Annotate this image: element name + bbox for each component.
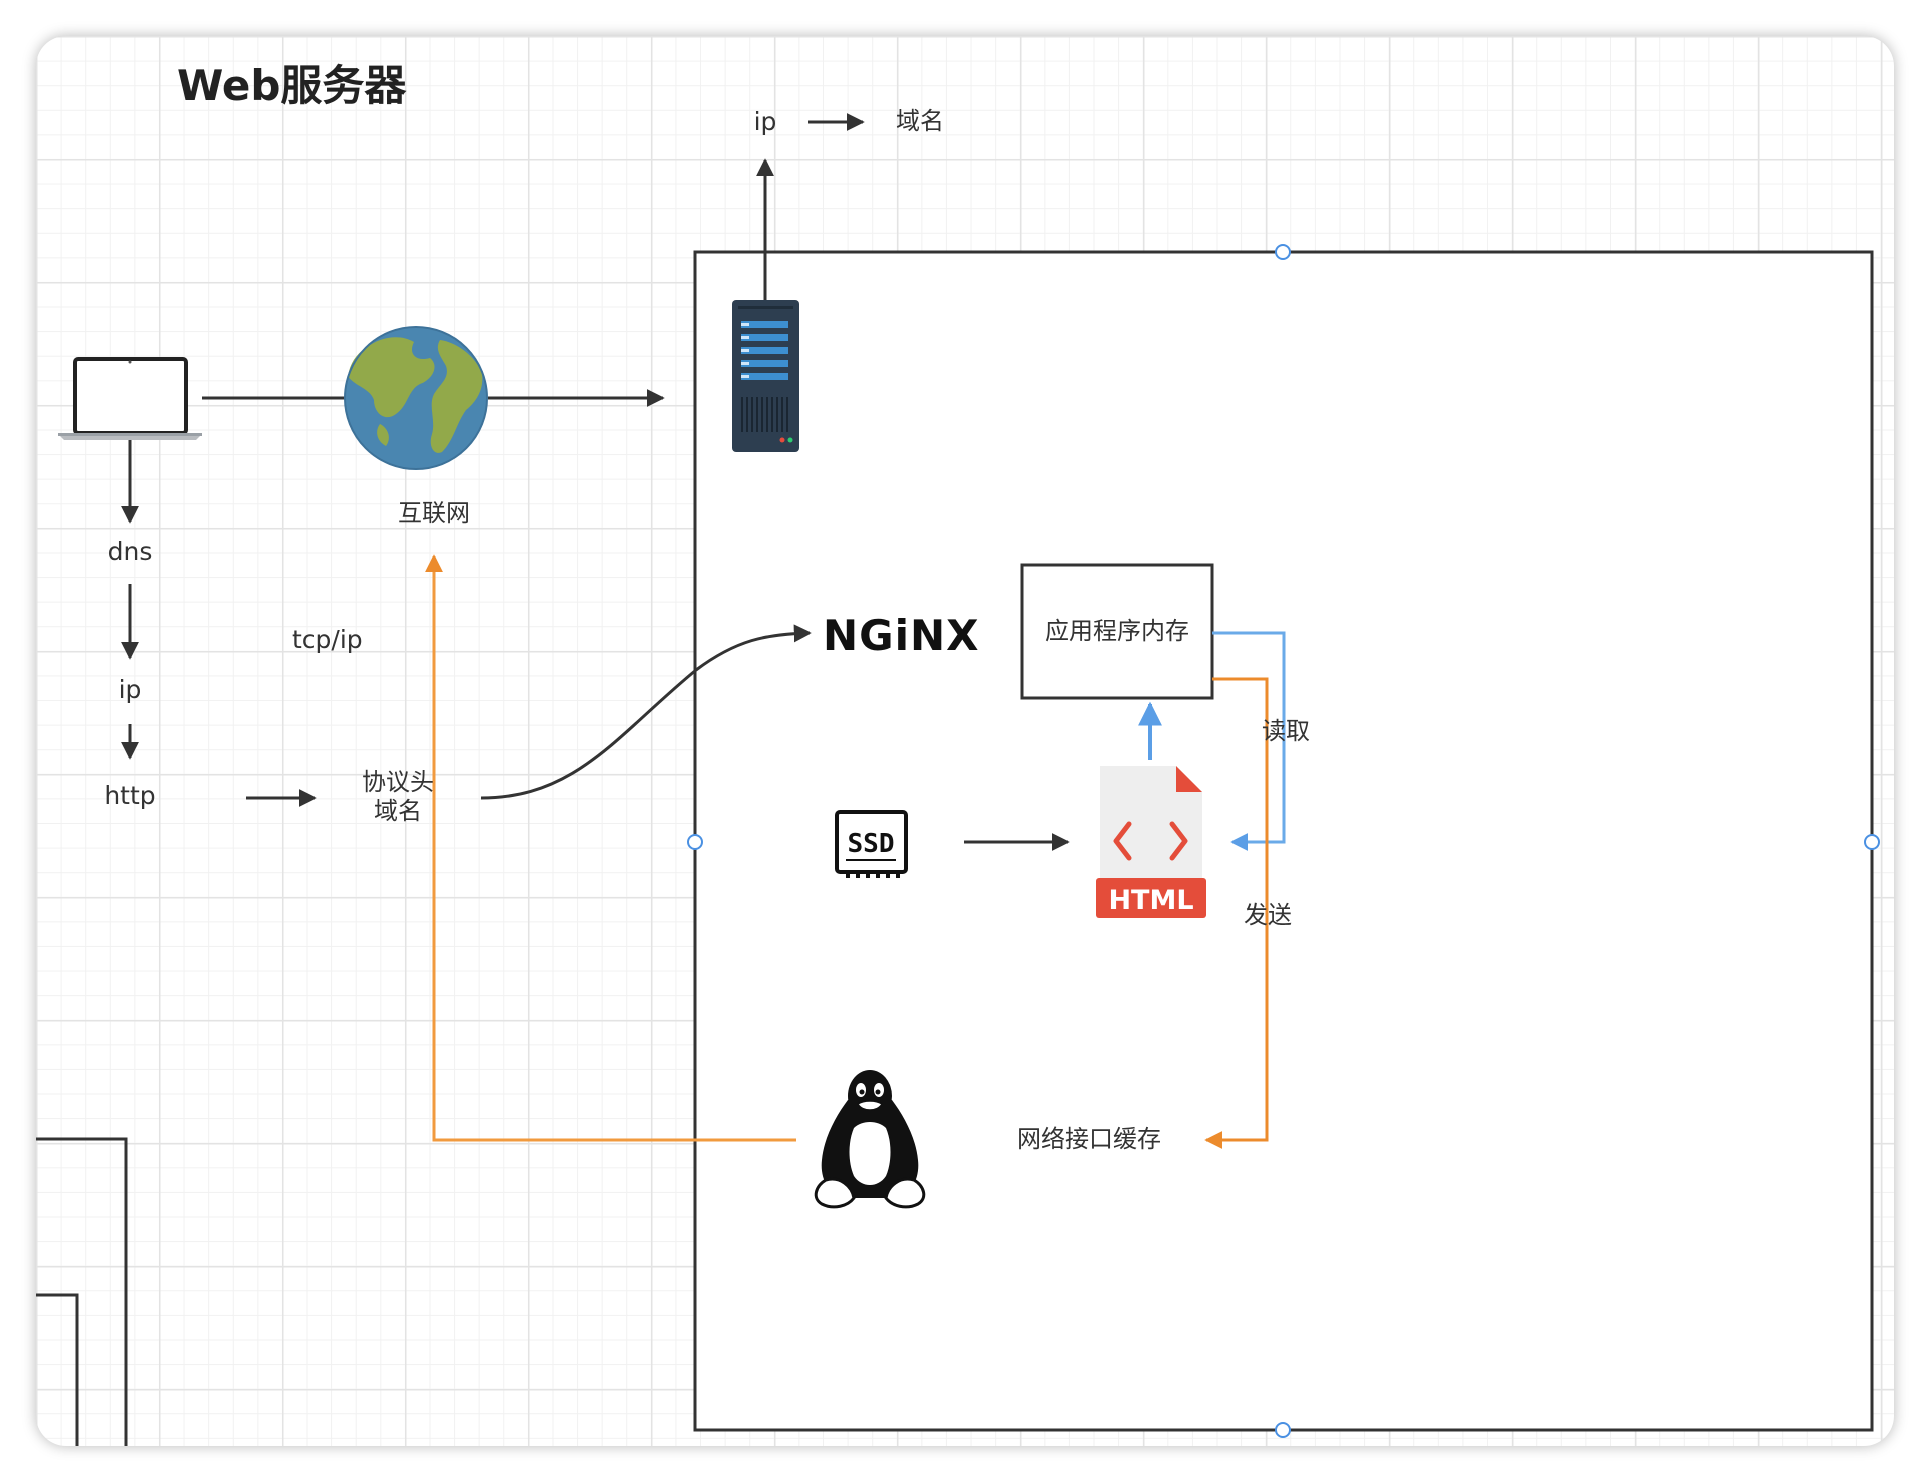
nginx-logo-text: NGiNX <box>823 611 980 660</box>
handle-left[interactable] <box>687 834 703 850</box>
label-ip-left: ip <box>118 675 142 704</box>
label-protocol-domain: 域名 <box>374 797 422 825</box>
label-network-cache: 网络接口缓存 <box>1017 1125 1161 1153</box>
partial-box-inner[interactable] <box>36 1293 79 1446</box>
handle-top[interactable] <box>1275 244 1291 260</box>
handle-bottom[interactable] <box>1275 1422 1291 1438</box>
label-ip-top: ip <box>753 107 777 136</box>
page-title: Web服务器 <box>177 61 407 110</box>
label-http: http <box>104 781 156 810</box>
label-protocol-header: 协议头 <box>362 768 434 796</box>
handle-right[interactable] <box>1864 834 1880 850</box>
globe-icon[interactable] <box>344 326 488 470</box>
label-send: 发送 <box>1244 901 1292 929</box>
laptop-icon[interactable] <box>58 357 202 440</box>
ssd-icon[interactable]: SSD <box>835 810 908 878</box>
label-domain-top: 域名 <box>896 107 944 135</box>
html-badge-text: HTML <box>1108 885 1193 916</box>
label-read: 读取 <box>1262 717 1310 745</box>
partial-box-outer[interactable] <box>36 1137 128 1446</box>
ssd-icon-text: SSD <box>848 829 895 859</box>
nginx-logo[interactable]: NGiNX <box>823 611 980 660</box>
label-tcpip: tcp/ip <box>292 625 363 654</box>
label-dns: dns <box>107 537 153 566</box>
label-internet: 互联网 <box>398 499 470 527</box>
label-app-memory: 应用程序内存 <box>1045 617 1189 645</box>
diagram-canvas[interactable]: NGiNX SSD HTML Web服务器 dns ip http 互联网 tc… <box>36 36 1894 1446</box>
server-icon[interactable] <box>732 300 799 452</box>
diagram-svg: NGiNX SSD HTML <box>36 113 1880 1446</box>
html-file-icon[interactable]: HTML <box>1096 766 1206 918</box>
